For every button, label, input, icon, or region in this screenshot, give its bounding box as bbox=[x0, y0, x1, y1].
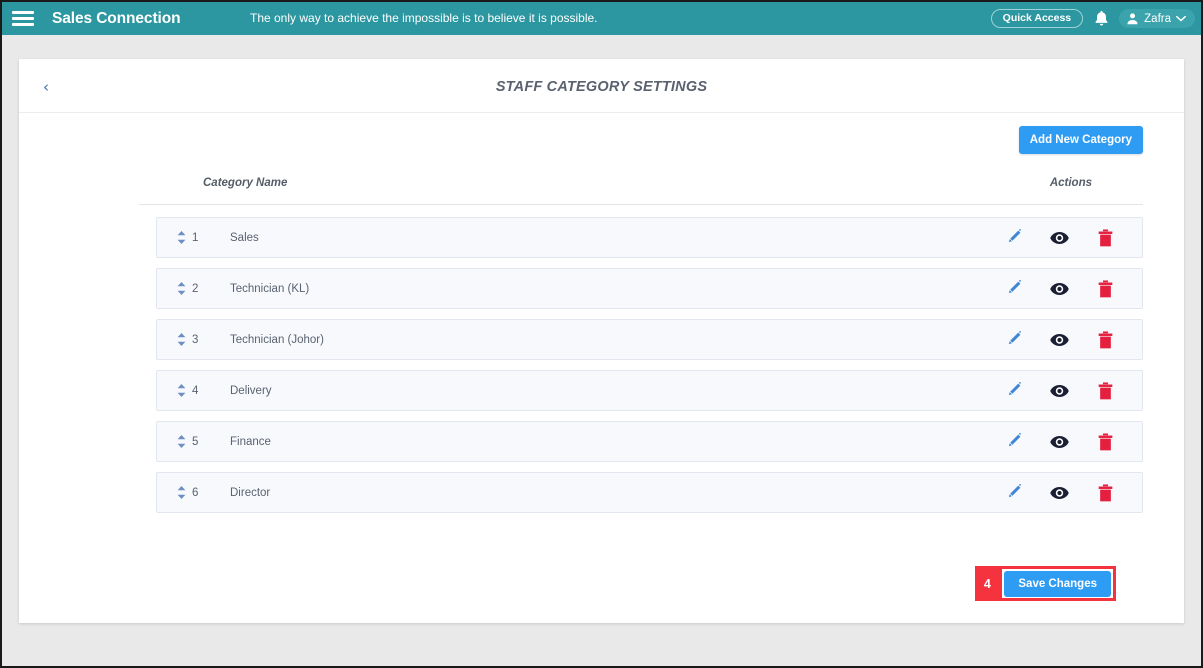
page-title: STAFF CATEGORY SETTINGS bbox=[495, 79, 708, 95]
view-button[interactable] bbox=[1036, 333, 1082, 347]
navbar-right-controls: Quick Access Zafra bbox=[990, 2, 1195, 35]
edit-button[interactable] bbox=[990, 382, 1036, 399]
table-row[interactable]: 3 Technician (Johor) bbox=[156, 319, 1143, 360]
delete-button[interactable] bbox=[1082, 381, 1128, 400]
chevron-down-icon bbox=[1176, 15, 1186, 22]
view-button[interactable] bbox=[1036, 435, 1082, 449]
eye-icon bbox=[1049, 231, 1069, 244]
table-row[interactable]: 6 Director bbox=[156, 472, 1143, 513]
pencil-icon bbox=[1008, 382, 1021, 396]
row-index: 6 bbox=[192, 486, 199, 499]
sort-handle-icon[interactable] bbox=[175, 229, 188, 246]
trash-icon bbox=[1098, 381, 1112, 399]
annotation-step-badge: 4 bbox=[975, 566, 1000, 601]
eye-icon bbox=[1049, 333, 1069, 346]
top-navbar: Sales Connection The only way to achieve… bbox=[2, 2, 1201, 35]
category-list: 1 Sales 2 Technician (KL) 3 Technician (… bbox=[156, 217, 1143, 523]
app-window: Sales Connection The only way to achieve… bbox=[0, 0, 1203, 668]
row-category-name: Director bbox=[230, 486, 271, 499]
edit-button[interactable] bbox=[990, 229, 1036, 246]
delete-button[interactable] bbox=[1082, 279, 1128, 298]
sort-handle-icon[interactable] bbox=[175, 331, 188, 348]
trash-icon bbox=[1098, 279, 1112, 297]
save-changes-area: 4 Save Changes bbox=[975, 566, 1116, 601]
eye-icon bbox=[1049, 486, 1069, 499]
view-button[interactable] bbox=[1036, 231, 1082, 245]
delete-button[interactable] bbox=[1082, 228, 1128, 247]
row-category-name: Delivery bbox=[230, 384, 272, 397]
save-changes-button[interactable]: Save Changes bbox=[1004, 570, 1111, 597]
eye-icon bbox=[1049, 435, 1069, 448]
brand-title: Sales Connection bbox=[52, 9, 181, 27]
edit-button[interactable] bbox=[990, 433, 1036, 450]
card-body: Add New Category Category Name Actions 1… bbox=[19, 113, 1184, 623]
eye-icon bbox=[1049, 384, 1069, 397]
table-row[interactable]: 4 Delivery bbox=[156, 370, 1143, 411]
user-menu[interactable]: Zafra bbox=[1119, 9, 1195, 28]
delete-button[interactable] bbox=[1082, 483, 1128, 502]
user-avatar-icon bbox=[1127, 13, 1138, 25]
row-actions bbox=[990, 483, 1128, 502]
table-row[interactable]: 2 Technician (KL) bbox=[156, 268, 1143, 309]
pencil-icon bbox=[1008, 331, 1021, 345]
edit-button[interactable] bbox=[990, 484, 1036, 501]
motivational-quote: The only way to achieve the impossible i… bbox=[250, 11, 598, 25]
delete-button[interactable] bbox=[1082, 432, 1128, 451]
row-category-name: Technician (Johor) bbox=[230, 333, 324, 346]
table-header: Category Name Actions bbox=[139, 169, 1143, 205]
view-button[interactable] bbox=[1036, 282, 1082, 296]
column-header-actions: Actions bbox=[1049, 177, 1092, 189]
table-row[interactable]: 5 Finance bbox=[156, 421, 1143, 462]
sort-handle-icon[interactable] bbox=[175, 484, 188, 501]
settings-card: ‹ STAFF CATEGORY SETTINGS Add New Catego… bbox=[19, 59, 1184, 623]
sort-handle-icon[interactable] bbox=[175, 382, 188, 399]
row-category-name: Finance bbox=[230, 435, 271, 448]
row-actions bbox=[990, 330, 1128, 349]
column-header-category-name: Category Name bbox=[203, 177, 288, 189]
bell-icon[interactable] bbox=[1092, 9, 1110, 29]
trash-icon bbox=[1098, 432, 1112, 450]
row-category-name: Technician (KL) bbox=[230, 282, 310, 295]
sort-handle-icon[interactable] bbox=[175, 433, 188, 450]
eye-icon bbox=[1049, 282, 1069, 295]
card-header: ‹ STAFF CATEGORY SETTINGS bbox=[19, 59, 1184, 113]
hamburger-icon[interactable] bbox=[12, 11, 42, 26]
view-button[interactable] bbox=[1036, 486, 1082, 500]
row-actions bbox=[990, 381, 1128, 400]
pencil-icon bbox=[1008, 229, 1021, 243]
pencil-icon bbox=[1008, 433, 1021, 447]
row-index: 3 bbox=[192, 333, 199, 346]
row-actions bbox=[990, 279, 1128, 298]
pencil-icon bbox=[1008, 484, 1021, 498]
quick-access-button[interactable]: Quick Access bbox=[990, 8, 1084, 29]
table-row[interactable]: 1 Sales bbox=[156, 217, 1143, 258]
row-index: 2 bbox=[192, 282, 199, 295]
view-button[interactable] bbox=[1036, 384, 1082, 398]
add-new-category-button[interactable]: Add New Category bbox=[1018, 126, 1143, 154]
delete-button[interactable] bbox=[1082, 330, 1128, 349]
row-index: 1 bbox=[192, 231, 199, 244]
edit-button[interactable] bbox=[990, 280, 1036, 297]
sort-handle-icon[interactable] bbox=[175, 280, 188, 297]
row-actions bbox=[990, 432, 1128, 451]
pencil-icon bbox=[1008, 280, 1021, 294]
trash-icon bbox=[1098, 483, 1112, 501]
trash-icon bbox=[1098, 228, 1112, 246]
row-index: 5 bbox=[192, 435, 199, 448]
trash-icon bbox=[1098, 330, 1112, 348]
user-name-label: Zafra bbox=[1144, 12, 1171, 25]
save-changes-highlight: Save Changes bbox=[999, 566, 1116, 601]
row-category-name: Sales bbox=[230, 231, 259, 244]
row-index: 4 bbox=[192, 384, 199, 397]
row-actions bbox=[990, 228, 1128, 247]
edit-button[interactable] bbox=[990, 331, 1036, 348]
